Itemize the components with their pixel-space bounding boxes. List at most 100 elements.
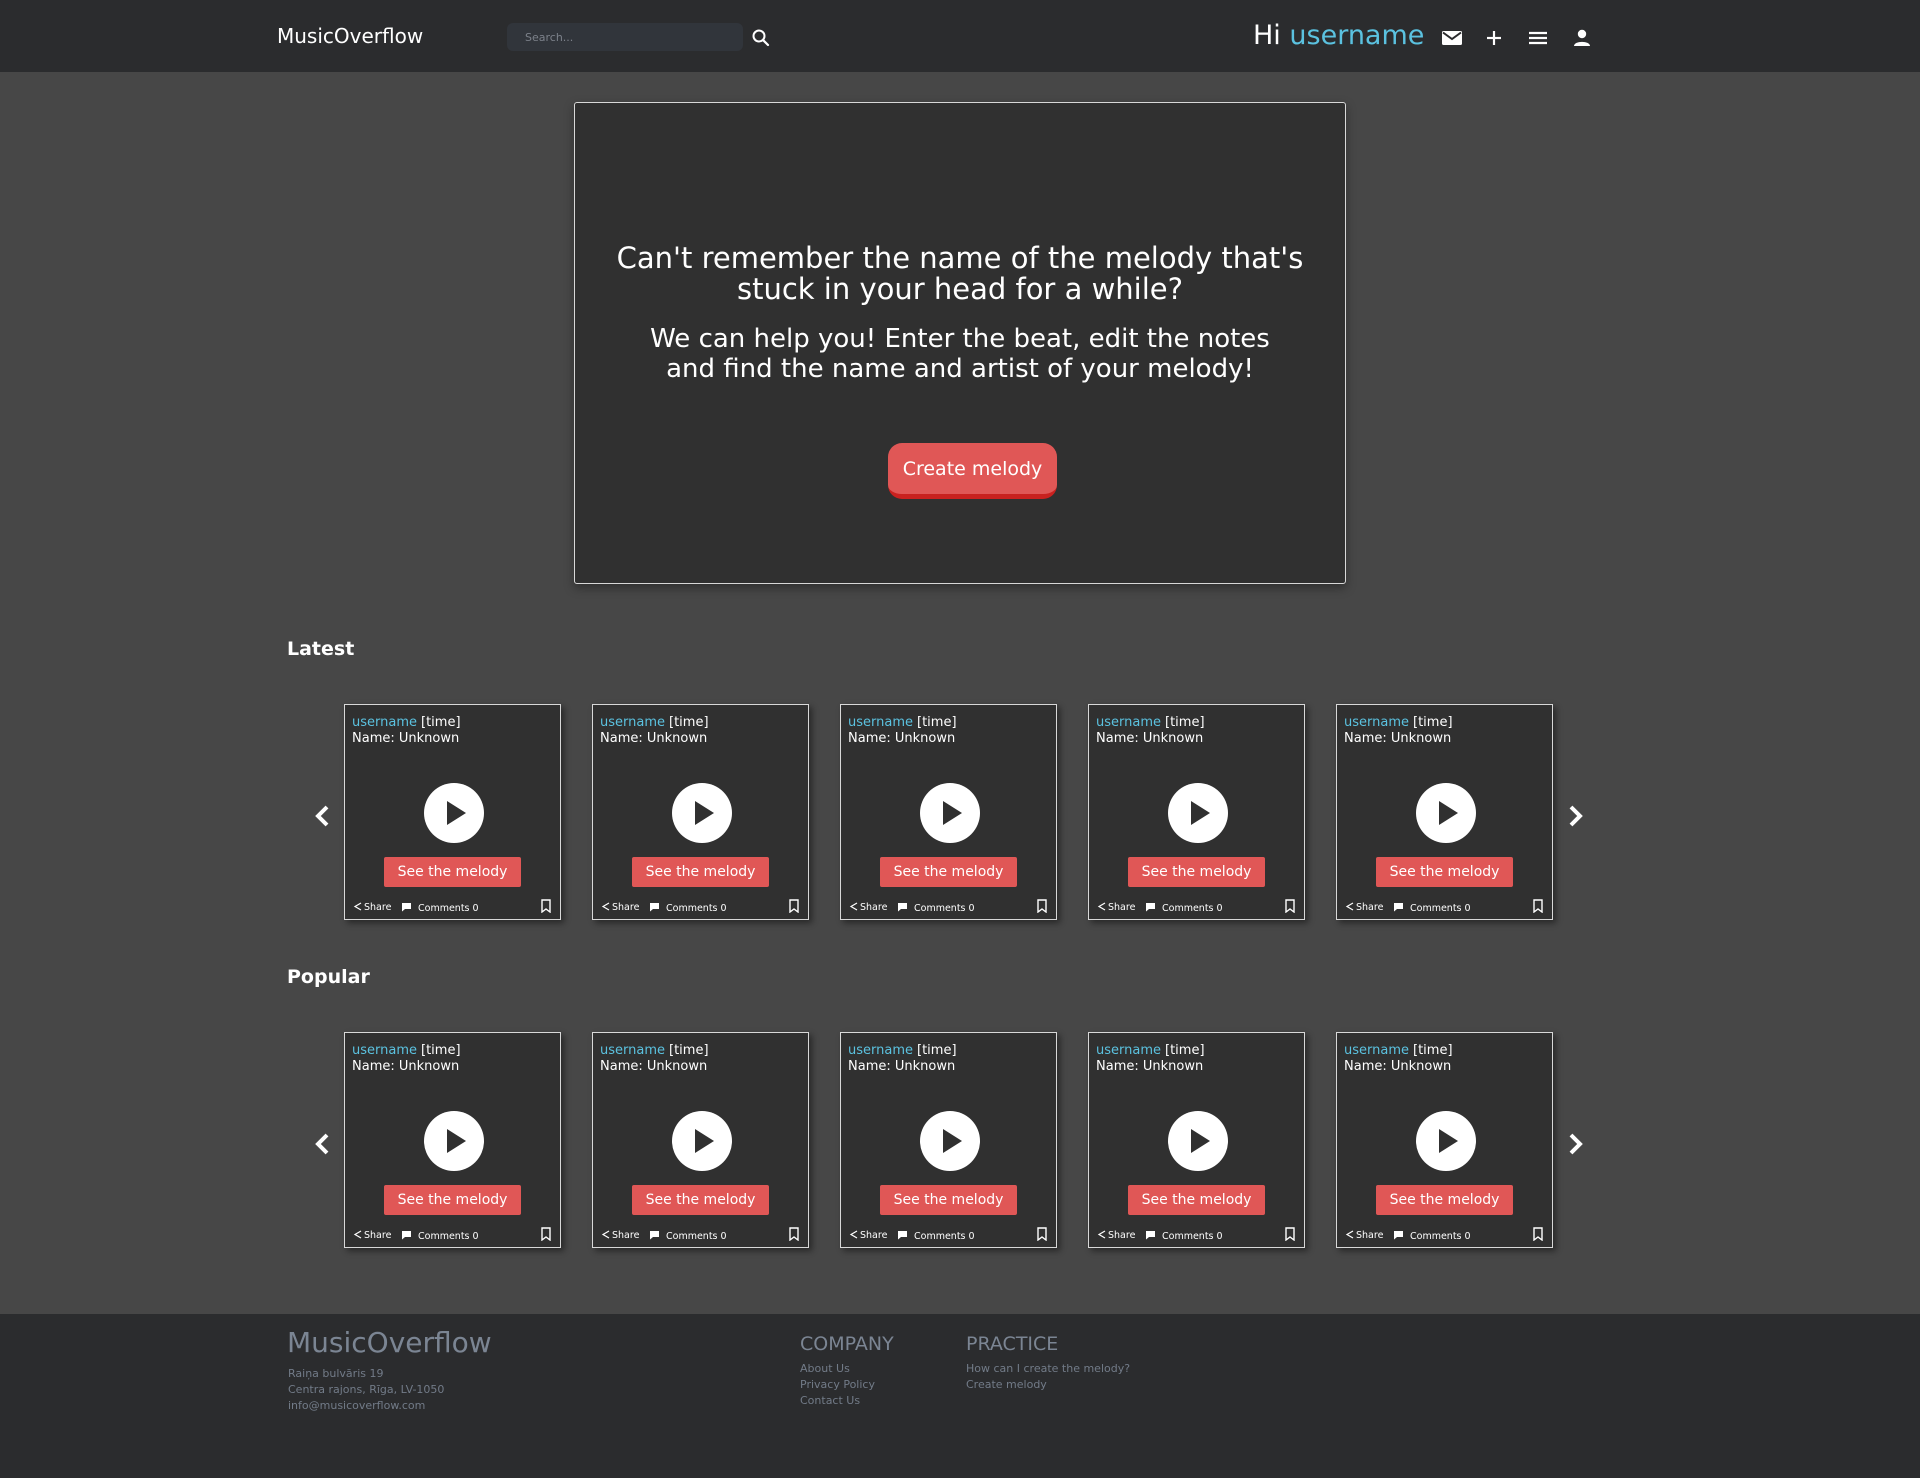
- bookmark-icon[interactable]: [1532, 899, 1544, 913]
- share-label: Share: [612, 1230, 640, 1241]
- card-username[interactable]: username: [1344, 715, 1409, 730]
- share-button[interactable]: Share: [849, 902, 887, 913]
- mail-icon[interactable]: [1440, 26, 1464, 50]
- card-username[interactable]: username: [352, 1043, 417, 1058]
- card-username[interactable]: username: [848, 1043, 913, 1058]
- play-icon[interactable]: [1168, 1111, 1228, 1171]
- brand-logo[interactable]: MusicOverflow: [277, 24, 423, 48]
- bookmark-icon[interactable]: [788, 899, 800, 913]
- header-username[interactable]: username: [1289, 20, 1424, 51]
- footer-practice-heading: PRACTICE: [966, 1333, 1059, 1355]
- card-actions: Share Comments 0: [1345, 1227, 1545, 1244]
- footer-email[interactable]: info@musicoverflow.com: [288, 1398, 444, 1414]
- footer-link-how-to[interactable]: How can I create the melody?: [966, 1361, 1130, 1377]
- play-icon[interactable]: [424, 1111, 484, 1171]
- card-username[interactable]: username: [1096, 1043, 1161, 1058]
- see-melody-button[interactable]: See the melody: [1376, 1185, 1513, 1215]
- bookmark-icon[interactable]: [1036, 899, 1048, 913]
- see-melody-button[interactable]: See the melody: [880, 857, 1017, 887]
- comments-label: Comments 0: [914, 903, 975, 914]
- menu-icon[interactable]: [1526, 26, 1550, 50]
- play-icon[interactable]: [424, 783, 484, 843]
- comments-button[interactable]: Comments 0: [649, 1230, 727, 1242]
- footer-link-about[interactable]: About Us: [800, 1361, 894, 1377]
- see-melody-button[interactable]: See the melody: [632, 857, 769, 887]
- play-icon[interactable]: [920, 1111, 980, 1171]
- site-footer: MusicOverflow Raiņa bulvāris 19 Centra r…: [0, 1314, 1920, 1478]
- bookmark-icon[interactable]: [540, 1227, 552, 1241]
- card-meta: username [time] Name: Unknown: [352, 715, 461, 747]
- share-icon: [1345, 1230, 1354, 1239]
- search-icon[interactable]: [751, 28, 771, 48]
- plus-icon[interactable]: [1482, 26, 1506, 50]
- share-button[interactable]: Share: [353, 902, 391, 913]
- create-melody-button[interactable]: Create melody: [888, 443, 1057, 499]
- see-melody-button[interactable]: See the melody: [384, 1185, 521, 1215]
- see-melody-button[interactable]: See the melody: [1128, 1185, 1265, 1215]
- play-icon[interactable]: [1416, 1111, 1476, 1171]
- comments-button[interactable]: Comments 0: [401, 902, 479, 914]
- play-icon[interactable]: [1416, 783, 1476, 843]
- share-button[interactable]: Share: [849, 1230, 887, 1241]
- hero-title: Can't remember the name of the melody th…: [616, 241, 1304, 306]
- play-icon[interactable]: [1168, 783, 1228, 843]
- share-button[interactable]: Share: [1097, 1230, 1135, 1241]
- comment-icon: [898, 1231, 907, 1240]
- see-melody-button[interactable]: See the melody: [1376, 857, 1513, 887]
- bookmark-icon[interactable]: [788, 1227, 800, 1241]
- comments-button[interactable]: Comments 0: [649, 902, 727, 914]
- share-icon: [849, 902, 858, 911]
- card-melody-name: Name: Unknown: [600, 731, 708, 746]
- see-melody-button[interactable]: See the melody: [384, 857, 521, 887]
- share-button[interactable]: Share: [601, 902, 639, 913]
- comments-label: Comments 0: [1410, 1231, 1471, 1242]
- comments-button[interactable]: Comments 0: [1145, 902, 1223, 914]
- see-melody-button[interactable]: See the melody: [880, 1185, 1017, 1215]
- latest-next-arrow-icon[interactable]: [1564, 803, 1586, 829]
- footer-address: Raiņa bulvāris 19 Centra rajons, Rīga, L…: [288, 1366, 444, 1414]
- melody-card: username [time] Name: Unknown See the melod…: [1336, 1032, 1553, 1248]
- bookmark-icon[interactable]: [1532, 1227, 1544, 1241]
- comments-button[interactable]: Comments 0: [1393, 902, 1471, 914]
- card-username[interactable]: username: [1344, 1043, 1409, 1058]
- card-meta: username [time] Name: Unknown: [1344, 1043, 1453, 1075]
- latest-prev-arrow-icon[interactable]: [312, 803, 334, 829]
- footer-link-contact[interactable]: Contact Us: [800, 1393, 894, 1409]
- bookmark-icon[interactable]: [540, 899, 552, 913]
- comments-button[interactable]: Comments 0: [897, 902, 975, 914]
- card-meta: username [time] Name: Unknown: [848, 1043, 957, 1075]
- greeting: Hi username: [1253, 20, 1424, 51]
- card-username[interactable]: username: [352, 715, 417, 730]
- play-icon[interactable]: [920, 783, 980, 843]
- comments-button[interactable]: Comments 0: [401, 1230, 479, 1242]
- card-username[interactable]: username: [848, 715, 913, 730]
- card-username[interactable]: username: [600, 1043, 665, 1058]
- see-melody-button[interactable]: See the melody: [1128, 857, 1265, 887]
- share-button[interactable]: Share: [1097, 902, 1135, 913]
- footer-link-create[interactable]: Create melody: [966, 1377, 1130, 1393]
- popular-next-arrow-icon[interactable]: [1564, 1131, 1586, 1157]
- user-icon[interactable]: [1570, 26, 1594, 50]
- search-input[interactable]: [507, 23, 743, 51]
- card-actions: Share Comments 0: [1345, 899, 1545, 916]
- card-meta: username [time] Name: Unknown: [1096, 715, 1205, 747]
- comments-button[interactable]: Comments 0: [1145, 1230, 1223, 1242]
- play-icon[interactable]: [672, 783, 732, 843]
- see-melody-button[interactable]: See the melody: [632, 1185, 769, 1215]
- comments-label: Comments 0: [1162, 903, 1223, 914]
- share-button[interactable]: Share: [1345, 1230, 1383, 1241]
- comments-button[interactable]: Comments 0: [897, 1230, 975, 1242]
- bookmark-icon[interactable]: [1036, 1227, 1048, 1241]
- share-button[interactable]: Share: [601, 1230, 639, 1241]
- melody-card: username [time] Name: Unknown See the melod…: [592, 704, 809, 920]
- bookmark-icon[interactable]: [1284, 899, 1296, 913]
- card-username[interactable]: username: [600, 715, 665, 730]
- comments-button[interactable]: Comments 0: [1393, 1230, 1471, 1242]
- popular-prev-arrow-icon[interactable]: [312, 1131, 334, 1157]
- card-username[interactable]: username: [1096, 715, 1161, 730]
- bookmark-icon[interactable]: [1284, 1227, 1296, 1241]
- play-icon[interactable]: [672, 1111, 732, 1171]
- share-button[interactable]: Share: [353, 1230, 391, 1241]
- footer-link-privacy[interactable]: Privacy Policy: [800, 1377, 894, 1393]
- share-button[interactable]: Share: [1345, 902, 1383, 913]
